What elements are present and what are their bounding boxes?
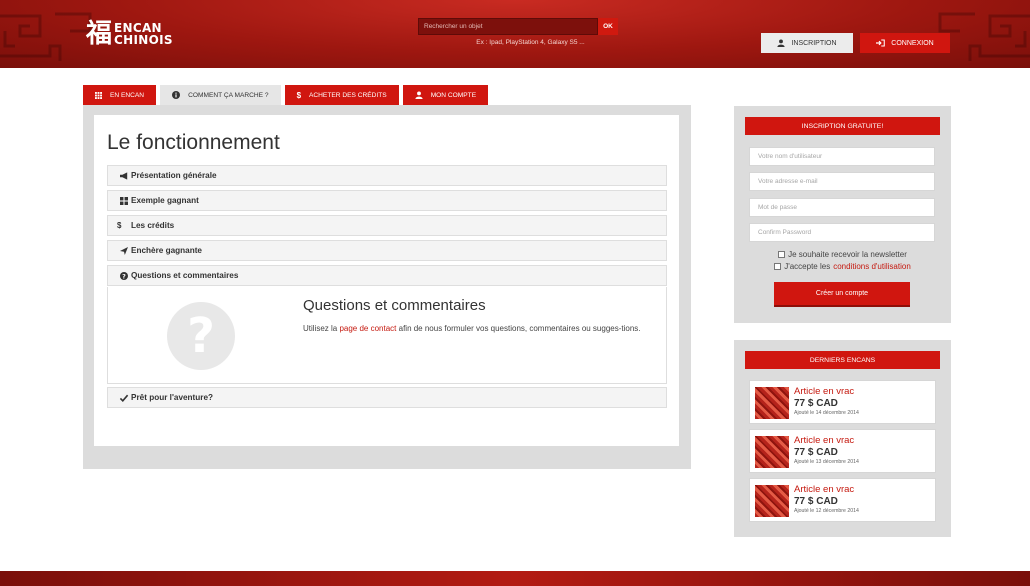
accordion-label: Exemple gagnant [131, 196, 199, 205]
accordion-questions-commentaires[interactable]: ? Questions et commentaires [107, 265, 667, 286]
auction-item[interactable]: Article en vrac 77 $ CAD Ajouté le 14 dé… [749, 380, 936, 424]
confirm-password-field[interactable] [749, 223, 935, 242]
terms-checkbox[interactable] [774, 263, 782, 270]
auction-thumbnail[interactable] [755, 485, 789, 517]
accordion-label: Questions et commentaires [131, 271, 239, 280]
questions-text-before: Utilisez la [303, 324, 340, 333]
search-input[interactable] [418, 18, 598, 35]
accordion-label: Les crédits [131, 221, 175, 230]
signup-panel: INSCRIPTION GRATUITE! Je souhaite recevo… [734, 106, 951, 323]
accordion-header[interactable]: Prêt pour l'aventure? [107, 387, 667, 408]
megaphone-icon [120, 171, 128, 180]
user-icon [777, 39, 786, 47]
accordion-label: Prêt pour l'aventure? [131, 393, 214, 402]
tab-acheter-credits[interactable]: $ ACHETER DES CRÉDITS [284, 85, 399, 105]
site-header: 福 ENCAN CHINOIS OK Ex : Ipad, PlayStatio… [0, 0, 1030, 68]
tab-en-encan[interactable]: EN ENCAN [83, 85, 157, 105]
logo-text: ENCAN CHINOIS [114, 22, 173, 46]
search-bar: OK [418, 18, 618, 35]
auction-price: 77 $ CAD [794, 447, 838, 458]
fu-character-logo: 福 [86, 19, 113, 49]
connexion-button[interactable]: CONNEXION [860, 33, 950, 53]
auction-thumbnail[interactable] [755, 436, 789, 468]
terms-prefix: J'accepte les [784, 262, 831, 271]
accordion-panel-questions: ? Questions et commentaires Utilisez la … [107, 287, 667, 384]
accordion-header[interactable]: Présentation générale [107, 165, 667, 186]
accordion-presentation-generale[interactable]: Présentation générale [107, 165, 667, 186]
auction-title[interactable]: Article en vrac [794, 435, 854, 446]
accordion-header[interactable]: $ Les crédits [107, 215, 667, 236]
grid-icon [120, 196, 128, 205]
signup-header: INSCRIPTION GRATUITE! [745, 117, 940, 135]
contact-page-link[interactable]: page de contact [339, 324, 396, 333]
tab-label: ACHETER DES CRÉDITS [309, 91, 387, 99]
svg-text:?: ? [122, 272, 126, 280]
auction-title[interactable]: Article en vrac [794, 484, 854, 495]
username-field[interactable] [749, 147, 935, 166]
email-field[interactable] [749, 172, 935, 191]
search-hint: Ex : Ipad, PlayStation 4, Galaxy S5 ... [476, 39, 585, 46]
auction-title[interactable]: Article en vrac [794, 386, 854, 397]
dollar-icon: $ [296, 90, 302, 100]
tab-label: MON COMPTE [430, 91, 477, 99]
auction-price: 77 $ CAD [794, 398, 838, 409]
tab-label: COMMENT ÇA MARCHE ? [188, 91, 269, 99]
accordion-pret-aventure[interactable]: Prêt pour l'aventure? [107, 387, 667, 408]
terms-row: J'accepte les conditions d'utilisation [734, 262, 951, 271]
tab-label: EN ENCAN [110, 91, 145, 99]
accordion-enchere-gagnante[interactable]: Enchère gagnante [107, 240, 667, 261]
newsletter-row: Je souhaite recevoir la newsletter [734, 250, 951, 259]
auction-thumbnail[interactable] [755, 387, 789, 419]
accordion-header[interactable]: Enchère gagnante [107, 240, 667, 261]
create-account-button[interactable]: Créer un compte [774, 282, 910, 305]
tab-mon-compte[interactable]: MON COMPTE [402, 85, 489, 105]
main-panel: Le fonctionnement Présentation générale … [83, 105, 691, 469]
search-ok-button[interactable]: OK [598, 18, 618, 35]
logo-line2: CHINOIS [114, 33, 173, 47]
accordion-label: Présentation générale [131, 171, 217, 180]
site-logo[interactable]: 福 ENCAN CHINOIS [86, 19, 173, 49]
inscription-label: INSCRIPTION [791, 39, 837, 47]
auction-date: Ajouté le 14 décembre 2014 [794, 410, 859, 416]
grid-icon [95, 91, 102, 99]
send-icon [120, 246, 128, 255]
connexion-label: CONNEXION [891, 39, 934, 47]
inscription-button[interactable]: INSCRIPTION [761, 33, 853, 53]
check-icon [119, 394, 129, 402]
questions-text: Utilisez la page de contact afin de nous… [303, 323, 653, 335]
password-field[interactable] [749, 198, 935, 217]
terms-link[interactable]: conditions d'utilisation [833, 262, 911, 271]
auction-date: Ajouté le 13 décembre 2014 [794, 459, 859, 465]
newsletter-label: Je souhaite recevoir la newsletter [788, 250, 907, 259]
auctions-header: DERNIERS ENCANS [745, 351, 940, 369]
content-card: Le fonctionnement Présentation générale … [94, 115, 679, 446]
main-tabs: EN ENCAN COMMENT ÇA MARCHE ? $ ACHETER D… [83, 85, 489, 105]
tab-comment-ca-marche[interactable]: COMMENT ÇA MARCHE ? [160, 85, 281, 105]
sign-in-icon [876, 39, 886, 47]
question-mark-icon: ? [167, 302, 235, 370]
accordion-header[interactable]: ? Questions et commentaires [107, 265, 667, 286]
auction-item[interactable]: Article en vrac 77 $ CAD Ajouté le 12 dé… [749, 478, 936, 522]
newsletter-checkbox[interactable] [778, 251, 786, 258]
questions-title: Questions et commentaires [303, 297, 486, 314]
info-icon [172, 91, 181, 99]
latest-auctions-panel: DERNIERS ENCANS Article en vrac 77 $ CAD… [734, 340, 951, 537]
accordion-header[interactable]: Exemple gagnant [107, 190, 667, 211]
auction-item[interactable]: Article en vrac 77 $ CAD Ajouté le 13 dé… [749, 429, 936, 473]
footer-strip [0, 571, 1030, 586]
page-title: Le fonctionnement [107, 131, 280, 154]
accordion-exemple-gagnant[interactable]: Exemple gagnant [107, 190, 667, 211]
accordion-les-credits[interactable]: $ Les crédits [107, 215, 667, 236]
auction-date: Ajouté le 12 décembre 2014 [794, 508, 859, 514]
user-icon [415, 91, 423, 99]
questions-text-after: afin de nous formuler vos questions, com… [396, 324, 641, 333]
question-icon: ? [120, 271, 128, 280]
auction-price: 77 $ CAD [794, 496, 838, 507]
dollar-icon: $ [117, 221, 122, 230]
accordion-label: Enchère gagnante [131, 246, 202, 255]
